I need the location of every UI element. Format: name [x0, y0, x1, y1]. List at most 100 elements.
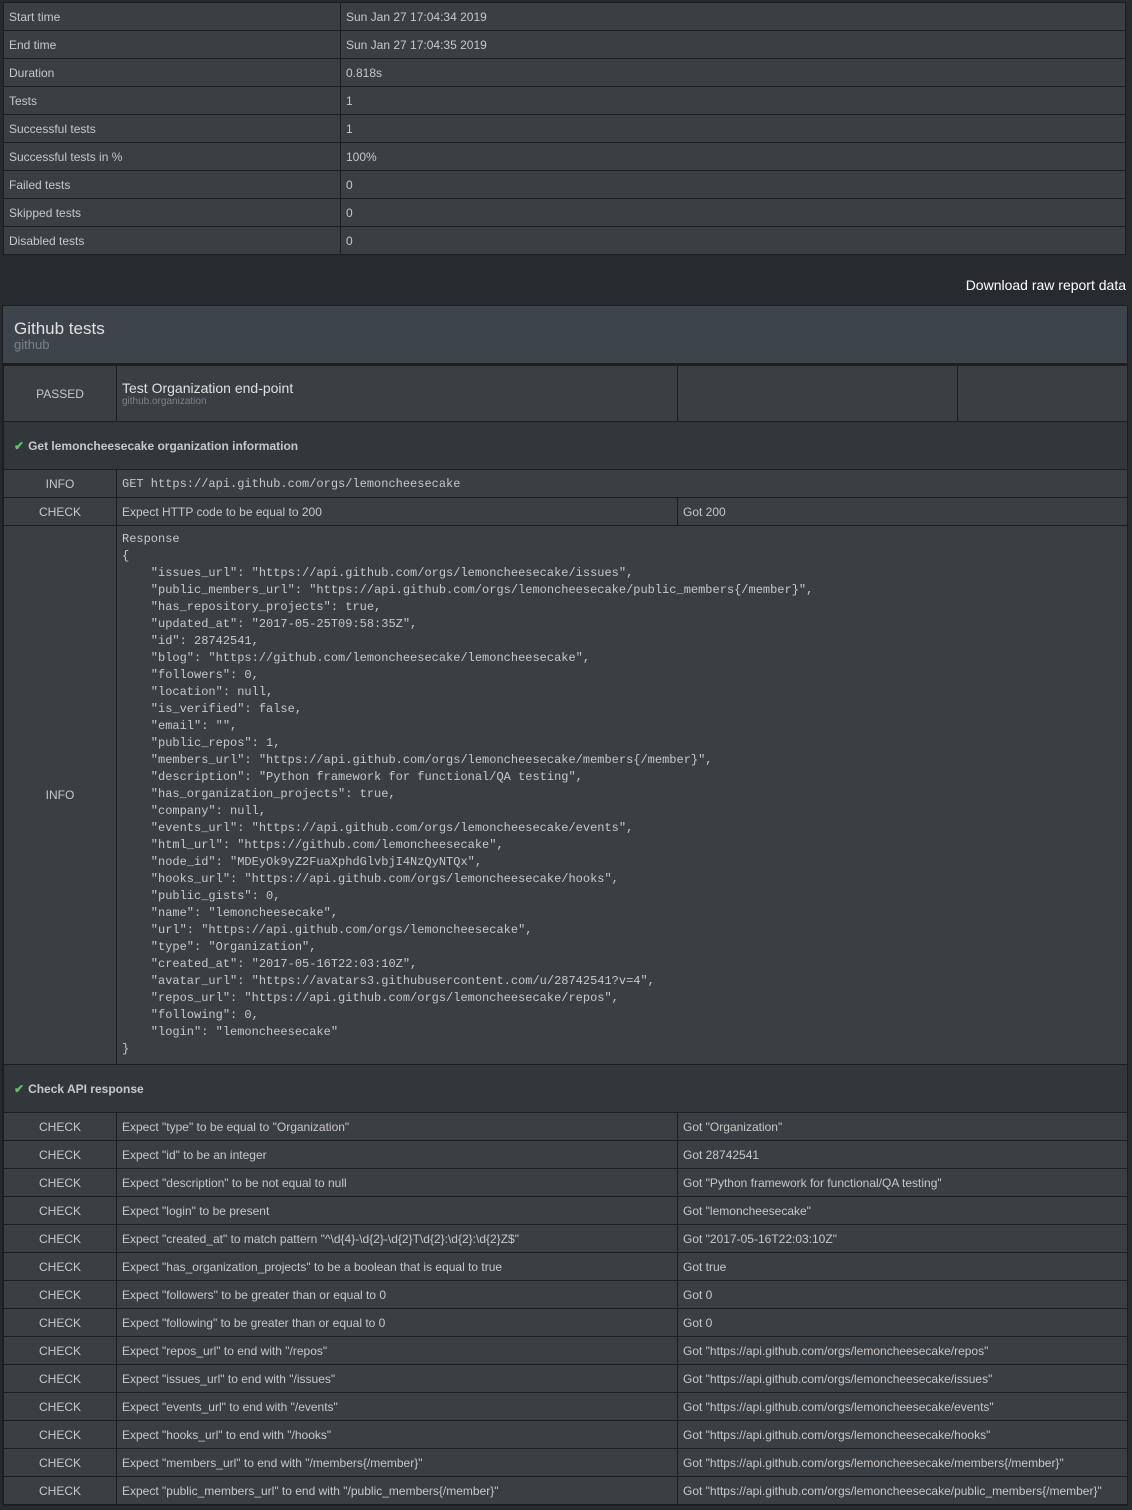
summary-label: Successful tests: [3, 114, 341, 143]
step-row[interactable]: ✔ Get lemoncheesecake organization inform…: [3, 421, 1128, 470]
check-level: CHECK: [3, 1420, 117, 1449]
check-row: CHECK Expect HTTP code to be equal to 20…: [3, 497, 1128, 526]
summary-row: Successful tests 1: [3, 114, 1126, 143]
check-row: CHECK Expect "id" to be an integer Got 287…: [3, 1140, 1128, 1169]
check-expectation: Expect "following" to be greater than or…: [116, 1308, 678, 1337]
suite-panel: Github tests github PASSED Test Organiza…: [2, 305, 1128, 1506]
check-row: CHECK Expect "followers" to be greater th…: [3, 1280, 1128, 1309]
check-level: CHECK: [3, 1476, 117, 1505]
step-title: Get lemoncheesecake organization informa…: [28, 438, 299, 453]
checkmark-icon: ✔: [14, 438, 25, 453]
check-result: Got "https://api.github.com/orgs/lemonch…: [677, 1336, 1128, 1365]
check-result: Got "Organization": [677, 1112, 1128, 1141]
summary-label: Disabled tests: [3, 226, 341, 255]
check-result: Got 200: [677, 497, 1128, 526]
check-level: CHECK: [3, 1448, 117, 1477]
check-row: CHECK Expect "created_at" to match patter…: [3, 1224, 1128, 1253]
response-body: Response { "issues_url": "https://api.gi…: [122, 532, 814, 1056]
check-expectation: Expect "repos_url" to end with "/repos": [116, 1336, 678, 1365]
check-row: CHECK Expect "login" to be present Got "le…: [3, 1196, 1128, 1225]
check-result: Got "lemoncheesecake": [677, 1196, 1128, 1225]
test-title: Test Organization end-point: [122, 379, 294, 396]
check-level: CHECK: [3, 1196, 117, 1225]
check-expectation: Expect HTTP code to be equal to 200: [116, 497, 678, 526]
check-expectation: Expect "description" to be not equal to …: [116, 1168, 678, 1197]
check-expectation: Expect "followers" to be greater than or…: [116, 1280, 678, 1309]
response-row: INFO Response { "issues_url": "https://a…: [3, 525, 1128, 1065]
summary-row: End time Sun Jan 27 17:04:35 2019: [3, 30, 1126, 59]
check-level: CHECK: [3, 1140, 117, 1169]
check-expectation: Expect "members_url" to end with "/membe…: [116, 1448, 678, 1477]
response-cell: Response { "issues_url": "https://api.gi…: [116, 525, 1128, 1065]
check-row: CHECK Expect "type" to be equal to "Organ…: [3, 1112, 1128, 1141]
summary-value: 100%: [340, 142, 1126, 171]
check-level: CHECK: [3, 1252, 117, 1281]
check-row: CHECK Expect "repos_url" to end with "/re…: [3, 1336, 1128, 1365]
summary-value: 0: [340, 170, 1126, 199]
check-result: Got 28742541: [677, 1140, 1128, 1169]
check-row: CHECK Expect "members_url" to end with "/…: [3, 1448, 1128, 1477]
log-level: INFO: [3, 525, 117, 1065]
summary-value: 0.818s: [340, 58, 1126, 87]
summary-value: 1: [340, 86, 1126, 115]
suite-header[interactable]: Github tests github: [3, 306, 1127, 365]
summary-table: Start time Sun Jan 27 17:04:34 2019 End ti…: [3, 2, 1126, 255]
log-message: GET https://api.github.com/orgs/lemonche…: [116, 469, 1128, 498]
check-level: CHECK: [3, 1308, 117, 1337]
check-row: CHECK Expect "events_url" to end with "/e…: [3, 1392, 1128, 1421]
check-result: Got "https://api.github.com/orgs/lemonch…: [677, 1420, 1128, 1449]
check-expectation: Expect "created_at" to match pattern "^\…: [116, 1224, 678, 1253]
suite-id: github: [14, 337, 50, 352]
check-expectation: Expect "events_url" to end with "/events…: [116, 1392, 678, 1421]
check-result: Got "Python framework for functional/QA …: [677, 1168, 1128, 1197]
summary-label: End time: [3, 30, 341, 59]
summary-label: Tests: [3, 86, 341, 115]
test-status: PASSED: [3, 365, 117, 422]
download-raw-report-link[interactable]: Download raw report data: [966, 277, 1126, 293]
summary-value: Sun Jan 27 17:04:34 2019: [340, 2, 1126, 31]
summary-value: 0: [340, 198, 1126, 227]
test-id: github.organization: [122, 395, 207, 407]
summary-row: Start time Sun Jan 27 17:04:34 2019: [3, 2, 1126, 31]
test-title-cell: Test Organization end-point github.organ…: [116, 365, 678, 422]
summary-label: Skipped tests: [3, 198, 341, 227]
check-expectation: Expect "id" to be an integer: [116, 1140, 678, 1169]
test-extra-cell: [677, 365, 958, 422]
check-expectation: Expect "type" to be equal to "Organizati…: [116, 1112, 678, 1141]
log-level: INFO: [3, 469, 117, 498]
check-result: Got "https://api.github.com/orgs/lemonch…: [677, 1392, 1128, 1421]
check-expectation: Expect "has_organization_projects" to be…: [116, 1252, 678, 1281]
test-table: PASSED Test Organization end-point githu…: [3, 365, 1128, 1505]
summary-row: Duration 0.818s: [3, 58, 1126, 87]
summary-row: Skipped tests 0: [3, 198, 1126, 227]
log-row: INFO GET https://api.github.com/orgs/lem…: [3, 469, 1128, 498]
suite-title: Github tests: [14, 319, 105, 338]
summary-value: Sun Jan 27 17:04:35 2019: [340, 30, 1126, 59]
summary-value: 1: [340, 114, 1126, 143]
summary-label: Duration: [3, 58, 341, 87]
check-row: CHECK Expect "public_members_url" to end …: [3, 1476, 1128, 1505]
check-row: CHECK Expect "has_organization_projects" …: [3, 1252, 1128, 1281]
check-level: CHECK: [3, 1224, 117, 1253]
check-level: CHECK: [3, 1364, 117, 1393]
check-expectation: Expect "issues_url" to end with "/issues…: [116, 1364, 678, 1393]
check-level: CHECK: [3, 1168, 117, 1197]
test-extra-cell-2: [957, 365, 1128, 422]
summary-row: Successful tests in % 100%: [3, 142, 1126, 171]
summary-value: 0: [340, 226, 1126, 255]
check-row: CHECK Expect "following" to be greater th…: [3, 1308, 1128, 1337]
test-row[interactable]: PASSED Test Organization end-point githu…: [3, 365, 1128, 422]
check-level: CHECK: [3, 497, 117, 526]
check-result: Got 0: [677, 1308, 1128, 1337]
summary-label: Start time: [3, 2, 341, 31]
summary-label: Failed tests: [3, 170, 341, 199]
summary-row: Disabled tests 0: [3, 226, 1126, 255]
summary-label: Successful tests in %: [3, 142, 341, 171]
check-row: CHECK Expect "hooks_url" to end with "/ho…: [3, 1420, 1128, 1449]
check-result: Got "https://api.github.com/orgs/lemonch…: [677, 1364, 1128, 1393]
check-row: CHECK Expect "description" to be not equa…: [3, 1168, 1128, 1197]
check-result: Got 0: [677, 1280, 1128, 1309]
check-result: Got true: [677, 1252, 1128, 1281]
check-level: CHECK: [3, 1280, 117, 1309]
step-row[interactable]: ✔ Check API response: [3, 1064, 1128, 1113]
